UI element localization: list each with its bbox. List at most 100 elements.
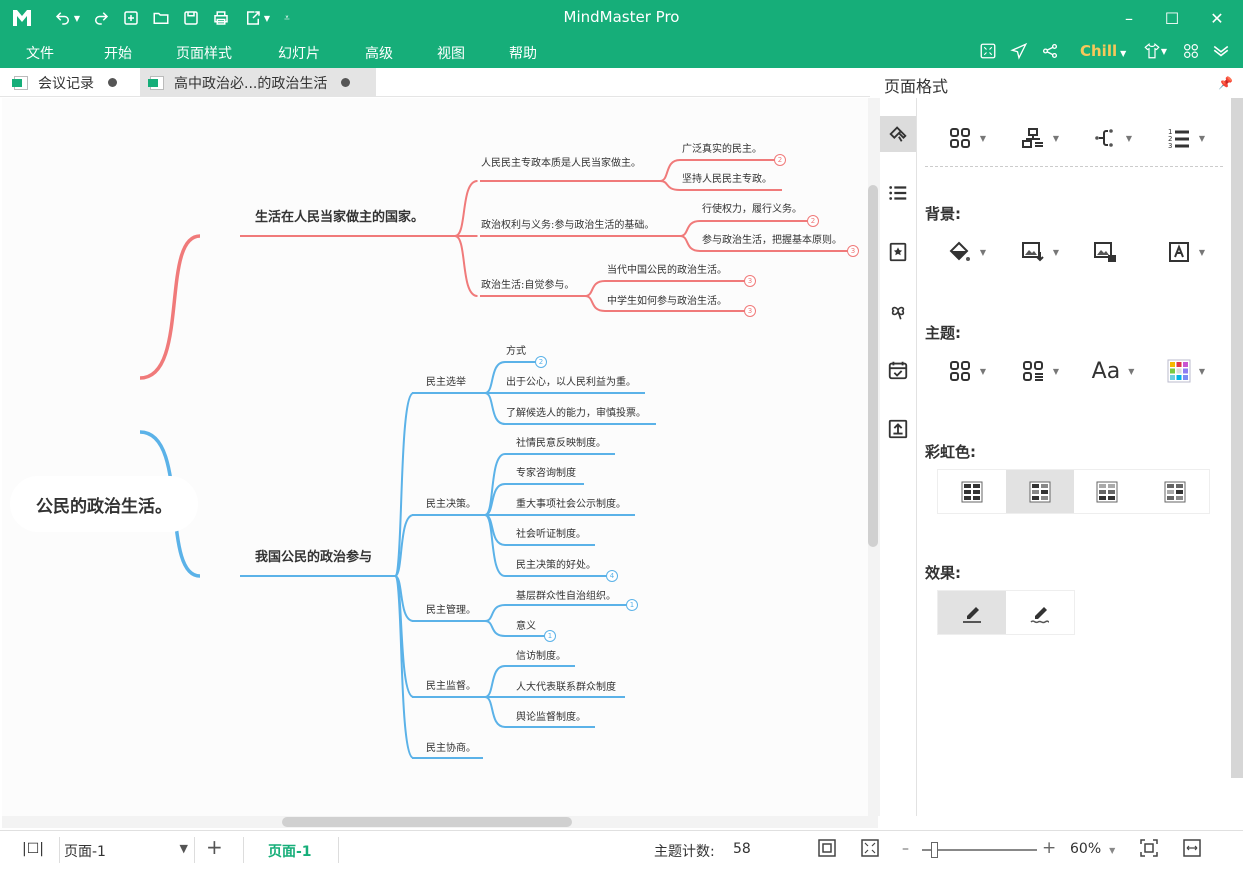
fit-window-button[interactable] xyxy=(1140,839,1158,861)
panel-scrollbar[interactable] xyxy=(1231,98,1243,778)
rainbow-option-1[interactable] xyxy=(938,470,1006,513)
subtopic[interactable]: 民主决策。 xyxy=(426,495,476,510)
collapse-ribbon-button[interactable] xyxy=(1210,41,1232,61)
zoom-slider-track[interactable] xyxy=(922,849,1037,851)
leaf-topic[interactable]: 舆论监督制度。 xyxy=(516,708,586,723)
leaf-topic[interactable]: 社会听证制度。 xyxy=(516,525,586,540)
theme-color-dropdown[interactable]: ▼ xyxy=(1161,357,1211,385)
fill-color-dropdown[interactable]: ▼ xyxy=(942,238,992,266)
leaf-topic[interactable]: 重大事项社会公示制度。 xyxy=(516,495,626,510)
leaf-topic[interactable]: 民主决策的好处。 xyxy=(516,556,596,571)
leaf-topic[interactable]: 专家咨询制度 xyxy=(516,464,576,479)
fullscreen-view-button[interactable] xyxy=(861,839,879,861)
collapsed-count-badge[interactable]: 1 xyxy=(626,599,638,611)
apps-button[interactable] xyxy=(1180,41,1202,61)
leaf-topic[interactable]: 广泛真实的民主。 xyxy=(682,140,762,155)
menu-start[interactable]: 开始 xyxy=(104,43,132,63)
rail-export[interactable] xyxy=(880,411,916,447)
leaf-topic[interactable]: 出于公心，以人民利益为重。 xyxy=(506,373,636,388)
leaf-topic[interactable]: 人大代表联系群众制度 xyxy=(516,678,616,693)
fit-page-button[interactable] xyxy=(818,839,836,861)
collapsed-count-badge[interactable]: 3 xyxy=(744,275,756,287)
tab-meeting-notes[interactable]: 会议记录 xyxy=(12,68,138,97)
mindmap-canvas[interactable]: 生活在人民当家做主的国家。 人民民主专政本质是人民当家做主。 广泛真实的民主。 2 坚持… xyxy=(2,98,868,816)
subtopic[interactable]: 民主协商。 xyxy=(426,739,476,754)
leaf-topic[interactable]: 意义 xyxy=(516,617,536,632)
zoom-out-button[interactable]: – xyxy=(902,841,909,857)
subtopic[interactable]: 政治生活:自觉参与。 xyxy=(481,276,574,291)
maximize-button[interactable]: ☐ xyxy=(1157,6,1187,30)
zoom-in-button[interactable]: + xyxy=(1042,838,1056,858)
leaf-topic[interactable]: 行使权力，履行义务。 xyxy=(702,200,802,215)
minimize-button[interactable]: – xyxy=(1114,6,1144,30)
share-button[interactable] xyxy=(1039,41,1061,61)
structure-dropdown[interactable]: ▼ xyxy=(1015,124,1065,152)
root-topic[interactable]: 公民的政治生活。 xyxy=(10,476,198,532)
zoom-level-dropdown[interactable]: 60% ▼ xyxy=(1070,841,1115,857)
close-button[interactable]: ✕ xyxy=(1202,6,1232,30)
menu-file[interactable]: 文件 xyxy=(26,43,54,63)
leaf-topic[interactable]: 了解候选人的能力，审慎投票。 xyxy=(506,404,646,419)
fullscreen-button[interactable] xyxy=(977,41,999,61)
page-tab-active[interactable]: 页面-1 xyxy=(268,841,312,861)
rainbow-option-4[interactable] xyxy=(1141,470,1209,513)
main-topic[interactable]: 我国公民的政治参与 xyxy=(255,546,372,565)
effect-normal-option[interactable] xyxy=(938,591,1006,634)
leaf-topic[interactable]: 参与政治生活，把握基本原则。 xyxy=(702,231,842,246)
canvas-horizontal-scroll-thumb[interactable] xyxy=(282,817,572,827)
pin-panel-button[interactable]: 📌 xyxy=(1218,76,1233,90)
subtopic[interactable]: 人民民主专政本质是人民当家做主。 xyxy=(481,154,641,169)
add-page-button[interactable]: + xyxy=(206,835,223,859)
menu-help[interactable]: 帮助 xyxy=(509,43,537,63)
leaf-topic[interactable]: 社情民意反映制度。 xyxy=(516,434,606,449)
remove-background-image-button[interactable] xyxy=(1080,238,1130,266)
collapsed-count-badge[interactable]: 1 xyxy=(544,630,556,642)
watermark-dropdown[interactable]: ▼ xyxy=(1161,238,1211,266)
leaf-topic[interactable]: 基层群众性自治组织。 xyxy=(516,587,616,602)
menu-page-style[interactable]: 页面样式 xyxy=(176,43,232,63)
rainbow-option-3[interactable] xyxy=(1074,470,1142,513)
fit-width-button[interactable] xyxy=(1183,839,1201,861)
leaf-topic[interactable]: 当代中国公民的政治生活。 xyxy=(607,261,727,276)
page-select[interactable]: 页面-1 ▼ xyxy=(64,841,190,861)
theme-font-dropdown[interactable]: Aa ▼ xyxy=(1088,357,1138,385)
subtopic[interactable]: 民主选举 xyxy=(426,373,466,388)
layout-dropdown[interactable]: ▼ xyxy=(942,124,992,152)
theme-style-dropdown[interactable]: ▼ xyxy=(1015,357,1065,385)
tab-political-life[interactable]: 高中政治必...的政治生活 xyxy=(140,68,376,97)
collapsed-count-badge[interactable]: 2 xyxy=(807,215,819,227)
connector-dropdown[interactable]: ▼ xyxy=(1088,124,1138,152)
subtopic[interactable]: 民主管理。 xyxy=(426,601,476,616)
rail-symbol[interactable] xyxy=(880,293,916,329)
collapsed-count-badge[interactable]: 4 xyxy=(606,570,618,582)
theme-dropdown[interactable]: ▼ xyxy=(942,357,992,385)
rail-task[interactable] xyxy=(880,352,916,388)
toggle-sidebar-button[interactable]: |☐| xyxy=(22,841,44,857)
rainbow-option-2[interactable] xyxy=(1005,470,1074,513)
theme-chill-dropdown[interactable]: Chill ▼ xyxy=(1080,42,1126,60)
leaf-topic[interactable]: 方式 xyxy=(506,342,526,357)
menu-advanced[interactable]: 高级 xyxy=(365,43,393,63)
insert-background-image-dropdown[interactable]: ▼ xyxy=(1015,238,1065,266)
subtopic[interactable]: 政治权利与义务:参与政治生活的基础。 xyxy=(481,216,654,231)
effect-hand-drawn-option[interactable] xyxy=(1006,591,1074,634)
rail-outline[interactable] xyxy=(880,175,916,211)
rail-page-format[interactable] xyxy=(880,116,916,152)
leaf-topic[interactable]: 信访制度。 xyxy=(516,647,566,662)
numbering-dropdown[interactable]: 1 2 3 ▼ xyxy=(1161,124,1211,152)
collapsed-count-badge[interactable]: 2 xyxy=(774,154,786,166)
collapsed-count-badge[interactable]: 3 xyxy=(847,245,859,257)
leaf-topic[interactable]: 中学生如何参与政治生活。 xyxy=(607,292,727,307)
send-button[interactable] xyxy=(1008,41,1030,61)
rail-clipart[interactable] xyxy=(880,234,916,270)
collapsed-count-badge[interactable]: 3 xyxy=(744,305,756,317)
collapsed-count-badge[interactable]: 2 xyxy=(535,356,547,368)
leaf-topic[interactable]: 坚持人民民主专政。 xyxy=(682,170,772,185)
zoom-slider-thumb[interactable] xyxy=(930,842,938,858)
menu-slides[interactable]: 幻灯片 xyxy=(278,43,320,63)
skin-button[interactable]: ▼ xyxy=(1138,41,1172,61)
menu-view[interactable]: 视图 xyxy=(437,43,465,63)
canvas-vertical-scroll-thumb[interactable] xyxy=(868,185,878,547)
main-topic[interactable]: 生活在人民当家做主的国家。 xyxy=(255,206,424,225)
subtopic[interactable]: 民主监督。 xyxy=(426,677,476,692)
